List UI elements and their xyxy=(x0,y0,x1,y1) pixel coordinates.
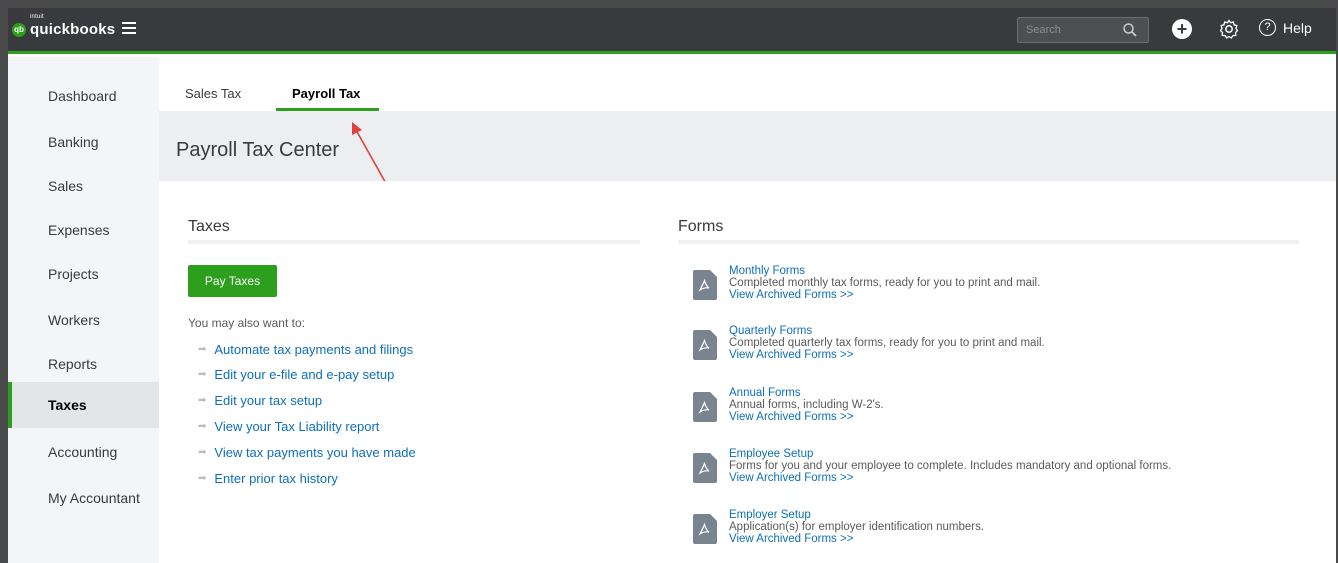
form-link-quarterly[interactable]: Quarterly Forms xyxy=(729,325,1045,337)
hamburger-menu-icon[interactable] xyxy=(122,22,136,34)
sidebar-item-banking[interactable]: Banking xyxy=(8,122,159,162)
form-link-monthly[interactable]: Monthly Forms xyxy=(729,265,1040,277)
form-desc-employee-setup: Forms for you and your employee to compl… xyxy=(729,460,1172,472)
arrow-right-icon: ➡ xyxy=(198,447,207,458)
form-item-annual: Annual Forms Annual forms, including W-2… xyxy=(693,387,1313,434)
top-navigation-bar: qb intuit quickbooks + ? Help xyxy=(0,8,1338,54)
arrow-right-icon: ➡ xyxy=(198,421,207,432)
taxes-section-divider xyxy=(188,240,640,244)
link-edit-efile-setup[interactable]: ➡ Edit your e-file and e-pay setup xyxy=(198,367,394,382)
window-top-border xyxy=(0,0,1338,8)
arrow-right-icon: ➡ xyxy=(198,473,207,484)
pay-taxes-button[interactable]: Pay Taxes xyxy=(188,265,277,297)
tab-sales-tax[interactable]: Sales Tax xyxy=(185,86,241,101)
form-link-employer-setup[interactable]: Employer Setup xyxy=(729,509,984,521)
create-plus-icon[interactable]: + xyxy=(1172,19,1192,39)
also-want-label: You may also want to: xyxy=(188,316,305,330)
logo-quickbooks-text: quickbooks xyxy=(30,21,116,38)
link-view-tax-payments[interactable]: ➡ View tax payments you have made xyxy=(198,445,416,460)
search-icon[interactable] xyxy=(1122,22,1138,38)
link-label: View your Tax Liability report xyxy=(214,419,380,434)
link-label: Edit your tax setup xyxy=(214,393,323,408)
form-desc-employer-setup: Application(s) for employer identificati… xyxy=(729,521,985,533)
sidebar-item-taxes[interactable]: Taxes xyxy=(8,382,159,428)
form-item-employer-setup: Employer Setup Application(s) for employ… xyxy=(693,509,1313,556)
pdf-icon xyxy=(693,392,717,422)
archive-link-employee-setup[interactable]: View Archived Forms >> xyxy=(729,472,1171,484)
form-item-monthly: Monthly Forms Completed monthly tax form… xyxy=(693,265,1313,312)
form-desc-annual: Annual forms, including W-2's. xyxy=(729,399,884,411)
qb-logo-icon: qb xyxy=(12,22,26,37)
page-title: Payroll Tax Center xyxy=(176,139,340,161)
tab-payroll-tax[interactable]: Payroll Tax xyxy=(292,86,360,101)
sidebar-item-accounting[interactable]: Accounting xyxy=(8,432,159,472)
pdf-icon xyxy=(693,453,717,483)
link-edit-tax-setup[interactable]: ➡ Edit your tax setup xyxy=(198,393,322,408)
link-label: Enter prior tax history xyxy=(214,471,338,486)
link-automate-tax-payments[interactable]: ➡ Automate tax payments and filings xyxy=(198,342,413,357)
link-label: View tax payments you have made xyxy=(214,445,416,460)
sidebar-item-expenses[interactable]: Expenses xyxy=(8,210,159,250)
link-enter-prior-tax-history[interactable]: ➡ Enter prior tax history xyxy=(198,471,338,486)
form-desc-quarterly: Completed quarterly tax forms, ready for… xyxy=(729,337,1045,349)
help-button[interactable]: ? Help xyxy=(1259,19,1312,36)
forms-section-title: Forms xyxy=(678,218,724,235)
arrow-right-icon: ➡ xyxy=(198,344,207,355)
link-tax-liability-report[interactable]: ➡ View your Tax Liability report xyxy=(198,419,379,434)
sidebar-item-dashboard[interactable]: Dashboard xyxy=(8,76,159,116)
forms-section-divider xyxy=(678,240,1299,244)
link-label: Automate tax payments and filings xyxy=(214,342,414,357)
sidebar-item-projects[interactable]: Projects xyxy=(8,254,159,294)
arrow-right-icon: ➡ xyxy=(198,395,207,406)
tab-bar: Sales Tax Payroll Tax xyxy=(159,57,1336,112)
form-item-quarterly: Quarterly Forms Completed quarterly tax … xyxy=(693,325,1313,372)
search-box[interactable] xyxy=(1017,17,1149,43)
form-desc-monthly: Completed monthly tax forms, ready for y… xyxy=(729,277,1041,289)
quickbooks-logo[interactable]: qb intuit quickbooks xyxy=(12,14,116,38)
archive-link-employer-setup[interactable]: View Archived Forms >> xyxy=(729,533,984,545)
pdf-icon xyxy=(693,330,717,360)
logo-wordmark: intuit quickbooks xyxy=(30,14,116,38)
help-label: Help xyxy=(1283,19,1312,36)
sidebar-item-workers[interactable]: Workers xyxy=(8,300,159,340)
search-input[interactable] xyxy=(1018,18,1124,42)
pdf-icon xyxy=(693,270,717,300)
logo-intuit-text: intuit xyxy=(30,14,44,20)
form-link-annual[interactable]: Annual Forms xyxy=(729,387,884,399)
form-item-employee-setup: Employee Setup Forms for you and your em… xyxy=(693,448,1313,495)
taxes-section-title: Taxes xyxy=(188,218,230,235)
sidebar-item-sales[interactable]: Sales xyxy=(8,166,159,206)
arrow-right-icon: ➡ xyxy=(198,369,207,380)
archive-link-quarterly[interactable]: View Archived Forms >> xyxy=(729,349,1045,361)
sidebar-item-reports[interactable]: Reports xyxy=(8,344,159,384)
gear-icon[interactable] xyxy=(1218,18,1240,40)
pdf-icon xyxy=(693,514,717,544)
sidebar-item-my-accountant[interactable]: My Accountant xyxy=(8,478,159,518)
form-link-employee-setup[interactable]: Employee Setup xyxy=(729,448,1171,460)
sidebar: Dashboard Banking Sales Expenses Project… xyxy=(8,57,159,563)
archive-link-annual[interactable]: View Archived Forms >> xyxy=(729,411,884,423)
question-circle-icon: ? xyxy=(1259,19,1276,36)
archive-link-monthly[interactable]: View Archived Forms >> xyxy=(729,289,1040,301)
page-header: Payroll Tax Center xyxy=(159,111,1336,181)
link-label: Edit your e-file and e-pay setup xyxy=(214,367,395,382)
